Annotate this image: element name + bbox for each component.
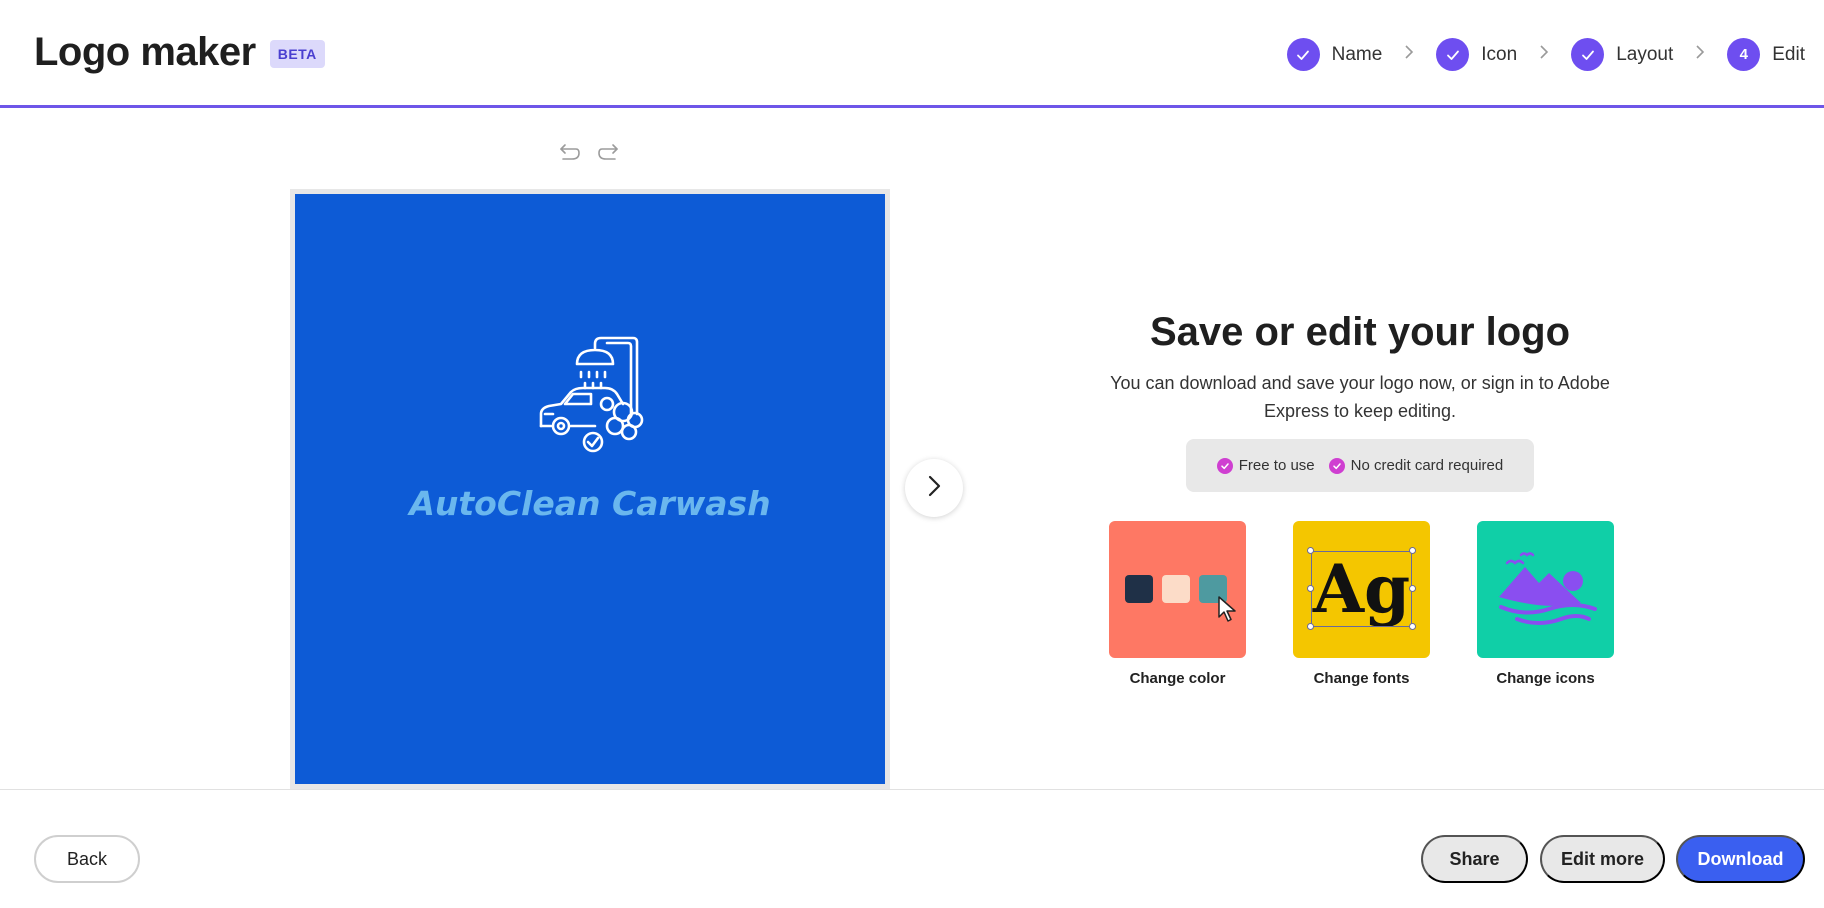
swatch-peach bbox=[1162, 575, 1190, 603]
step-name[interactable]: Name bbox=[1286, 38, 1383, 71]
selection-box bbox=[1311, 551, 1412, 627]
save-panel: Save or edit your logo You can download … bbox=[1080, 310, 1640, 492]
history-controls bbox=[556, 140, 622, 166]
resize-handle bbox=[1307, 623, 1314, 630]
logo-canvas[interactable]: AutoClean Carwash bbox=[295, 194, 885, 784]
perk-no-card: No credit card required bbox=[1328, 457, 1504, 474]
check-icon bbox=[1286, 38, 1320, 71]
brand: Logo maker BETA bbox=[34, 30, 325, 75]
app-title: Logo maker bbox=[34, 30, 256, 74]
resize-handle bbox=[1307, 547, 1314, 554]
option-label: Change color bbox=[1129, 670, 1226, 687]
stepper: Name Icon Layout 4 Edit bbox=[1286, 38, 1805, 71]
chevron-right-icon bbox=[1695, 44, 1705, 65]
cursor-icon bbox=[1217, 595, 1241, 628]
download-button[interactable]: Download bbox=[1676, 835, 1805, 883]
swatch-dark bbox=[1125, 575, 1153, 603]
change-fonts-option[interactable]: Ag Change fonts bbox=[1293, 521, 1430, 687]
next-variation-button[interactable] bbox=[905, 459, 963, 517]
footer-divider bbox=[0, 789, 1824, 790]
edit-more-button[interactable]: Edit more bbox=[1540, 835, 1665, 883]
redo-icon[interactable] bbox=[596, 140, 622, 166]
perk-label: No credit card required bbox=[1350, 457, 1504, 474]
check-icon bbox=[1571, 38, 1605, 71]
chevron-right-icon bbox=[1404, 44, 1414, 65]
check-circle-icon bbox=[1328, 457, 1345, 474]
step-label: Icon bbox=[1481, 43, 1518, 65]
landscape-icon[interactable] bbox=[1477, 521, 1614, 658]
chevron-right-icon bbox=[1539, 44, 1549, 65]
step-edit[interactable]: 4 Edit bbox=[1727, 38, 1805, 71]
car-wash-icon[interactable] bbox=[535, 334, 655, 454]
step-label: Name bbox=[1331, 43, 1383, 65]
perk-label: Free to use bbox=[1238, 457, 1315, 474]
logo-text[interactable]: AutoClean Carwash bbox=[295, 484, 885, 523]
step-label: Edit bbox=[1772, 43, 1805, 65]
perks-bar: Free to use No credit card required bbox=[1186, 439, 1534, 492]
font-sample-icon[interactable]: Ag bbox=[1293, 521, 1430, 658]
step-number: 4 bbox=[1727, 38, 1761, 71]
check-circle-icon bbox=[1216, 457, 1233, 474]
beta-badge: BETA bbox=[269, 39, 325, 68]
panel-title: Save or edit your logo bbox=[1149, 310, 1571, 354]
share-button[interactable]: Share bbox=[1421, 835, 1528, 883]
change-color-option[interactable]: Change color bbox=[1109, 521, 1246, 687]
undo-icon[interactable] bbox=[556, 140, 582, 166]
perk-free: Free to use bbox=[1216, 457, 1315, 474]
edit-options: Change color Ag Change fonts Change icon… bbox=[1109, 521, 1614, 687]
resize-handle bbox=[1409, 547, 1416, 554]
chevron-right-icon bbox=[926, 474, 942, 503]
header: Logo maker BETA Name Icon Layout 4 Edit bbox=[0, 0, 1824, 108]
resize-handle bbox=[1409, 623, 1416, 630]
option-label: Change icons bbox=[1496, 670, 1595, 687]
step-label: Layout bbox=[1616, 43, 1674, 65]
color-palette-icon[interactable] bbox=[1109, 521, 1246, 658]
change-icons-option[interactable]: Change icons bbox=[1477, 521, 1614, 687]
resize-handle bbox=[1409, 585, 1416, 592]
step-layout[interactable]: Layout bbox=[1571, 38, 1673, 71]
back-button[interactable]: Back bbox=[34, 835, 140, 883]
check-icon bbox=[1436, 38, 1470, 71]
logo-canvas-frame: AutoClean Carwash bbox=[290, 189, 890, 789]
option-label: Change fonts bbox=[1313, 670, 1410, 687]
resize-handle bbox=[1307, 585, 1314, 592]
panel-description: You can download and save your logo now,… bbox=[1110, 373, 1610, 421]
step-icon[interactable]: Icon bbox=[1436, 38, 1517, 71]
